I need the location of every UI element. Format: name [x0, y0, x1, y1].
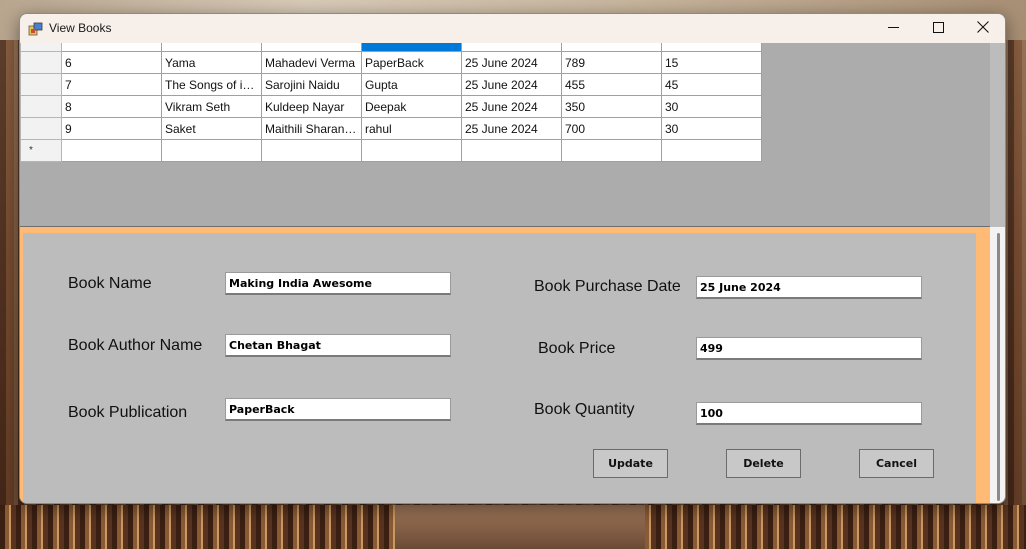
book-author-field[interactable] [225, 334, 451, 357]
app-icon [28, 21, 44, 37]
title-bar[interactable]: View Books [20, 14, 1005, 43]
table-row[interactable]: 8 Vikram Seth Kuldeep Nayar Deepak 25 Ju… [20, 95, 762, 118]
desktop-background-bottom [0, 505, 1026, 549]
book-details-panel: Book Name Book Author Name Book Publicat… [20, 227, 990, 503]
table-cell[interactable]: Vikram Seth [161, 95, 262, 118]
table-cell[interactable]: rahul [361, 117, 462, 140]
table-cell[interactable]: 25 June 2024 [461, 95, 562, 118]
view-books-window: View Books 6 Yama Mahadevi Verma PaperBa… [19, 13, 1006, 504]
table-cell[interactable]: 30 [661, 95, 762, 118]
close-button[interactable] [960, 14, 1005, 43]
book-quantity-label: Book Quantity [534, 401, 635, 418]
cancel-button[interactable]: Cancel [859, 449, 934, 478]
table-cell[interactable]: 25 June 2024 [461, 73, 562, 96]
table-cell[interactable] [61, 43, 162, 52]
row-header[interactable] [20, 43, 62, 52]
table-cell[interactable]: 30 [661, 117, 762, 140]
new-row[interactable]: * [20, 139, 762, 162]
table-cell[interactable]: 45 [661, 73, 762, 96]
minimize-icon [887, 20, 899, 38]
table-cell[interactable]: Mahadevi Verma [261, 51, 362, 74]
close-icon [977, 20, 989, 38]
table-cell[interactable] [561, 139, 662, 162]
table-cell[interactable]: Kuldeep Nayar [261, 95, 362, 118]
table-cell[interactable] [461, 43, 562, 52]
row-header[interactable] [20, 51, 62, 74]
table-cell[interactable] [261, 139, 362, 162]
book-details-form: Book Name Book Author Name Book Publicat… [23, 233, 976, 503]
table-cell[interactable]: 25 June 2024 [461, 51, 562, 74]
table-cell[interactable] [161, 43, 262, 52]
table-cell[interactable] [461, 139, 562, 162]
table-cell[interactable]: Maithili Sharan G... [261, 117, 362, 140]
table-cell[interactable]: Sarojini Naidu [261, 73, 362, 96]
table-cell[interactable]: 7 [61, 73, 162, 96]
book-publication-field[interactable] [225, 398, 451, 421]
book-price-label: Book Price [538, 340, 616, 357]
book-name-label: Book Name [68, 275, 152, 292]
table-cell[interactable]: Yama [161, 51, 262, 74]
scrollbar-thumb[interactable] [997, 233, 1000, 501]
book-author-label: Book Author Name [68, 337, 203, 354]
selected-cell[interactable] [361, 43, 462, 52]
new-row-marker[interactable]: * [20, 139, 62, 162]
table-row[interactable]: 6 Yama Mahadevi Verma PaperBack 25 June … [20, 51, 762, 74]
maximize-icon [932, 20, 944, 38]
row-header[interactable] [20, 95, 62, 118]
row-header[interactable] [20, 73, 62, 96]
purchase-date-field[interactable] [696, 276, 922, 299]
table-cell[interactable]: 700 [561, 117, 662, 140]
books-data-grid[interactable]: 6 Yama Mahadevi Verma PaperBack 25 June … [20, 43, 990, 227]
book-name-field[interactable] [225, 272, 451, 295]
table-cell[interactable]: 15 [661, 51, 762, 74]
table-cell[interactable] [161, 139, 262, 162]
delete-button[interactable]: Delete [726, 449, 801, 478]
table-cell[interactable]: 350 [561, 95, 662, 118]
table-row[interactable]: 7 The Songs of india Sarojini Naidu Gupt… [20, 73, 762, 96]
table-cell[interactable]: Gupta [361, 73, 462, 96]
table-cell[interactable]: The Songs of india [161, 73, 262, 96]
table-cell[interactable] [561, 43, 662, 52]
maximize-button[interactable] [915, 14, 961, 43]
book-price-field[interactable] [696, 337, 922, 360]
table-cell[interactable]: Deepak [361, 95, 462, 118]
book-quantity-field[interactable] [696, 402, 922, 425]
table-cell[interactable]: 9 [61, 117, 162, 140]
table-cell[interactable]: 25 June 2024 [461, 117, 562, 140]
table-cell[interactable] [661, 139, 762, 162]
purchase-date-label: Book Purchase Date [534, 278, 681, 295]
table-cell[interactable]: Saket [161, 117, 262, 140]
table-cell[interactable]: 6 [61, 51, 162, 74]
table-cell[interactable] [261, 43, 362, 52]
row-header[interactable] [20, 117, 62, 140]
update-button[interactable]: Update [593, 449, 668, 478]
table-cell[interactable] [361, 139, 462, 162]
table-cell[interactable]: 8 [61, 95, 162, 118]
table-row[interactable]: 9 Saket Maithili Sharan G... rahul 25 Ju… [20, 117, 762, 140]
table-cell[interactable] [61, 139, 162, 162]
table-cell[interactable] [661, 43, 762, 52]
minimize-button[interactable] [870, 14, 916, 43]
table-row[interactable] [20, 43, 762, 52]
table-cell[interactable]: PaperBack [361, 51, 462, 74]
vertical-scrollbar[interactable] [990, 227, 1005, 503]
books-table: 6 Yama Mahadevi Verma PaperBack 25 June … [20, 43, 762, 162]
book-publication-label: Book Publication [68, 404, 188, 421]
table-cell[interactable]: 455 [561, 73, 662, 96]
table-cell[interactable]: 789 [561, 51, 662, 74]
window-title: View Books [49, 21, 112, 35]
